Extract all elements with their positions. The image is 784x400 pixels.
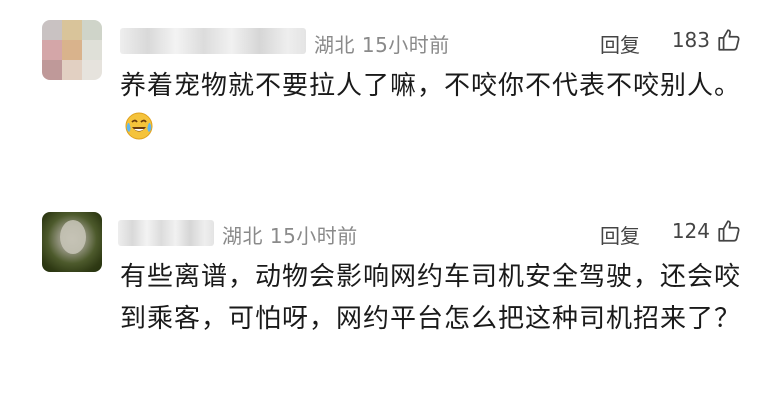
comment-body: 养着宠物就不要拉人了嘛，不咬你不代表不咬别人。 <box>120 71 742 101</box>
reply-button[interactable]: 回复 <box>600 220 640 249</box>
username-blurred[interactable] <box>120 28 306 54</box>
thumbs-up-icon <box>716 218 742 244</box>
thumbs-up-icon <box>716 27 742 53</box>
timestamp: 15小时前 <box>269 224 358 248</box>
reply-button[interactable]: 回复 <box>600 29 640 58</box>
comment-text: 养着宠物就不要拉人了嘛，不咬你不代表不咬别人。 <box>120 65 760 149</box>
comment-item: 湖北 15小时前 回复 124 有些离谱，动物会影响网约车司机安全驾驶，还会咬到… <box>0 200 784 400</box>
comment-meta: 湖北 15小时前 <box>222 220 358 249</box>
crying-laughing-emoji-icon <box>124 111 154 141</box>
timestamp: 15小时前 <box>361 33 450 57</box>
like-count: 124 <box>671 219 710 243</box>
avatar[interactable] <box>42 212 102 272</box>
like-button[interactable]: 183 <box>672 27 742 53</box>
username-blurred[interactable] <box>118 220 214 246</box>
location-label: 湖北 <box>222 224 263 248</box>
comment-meta: 湖北 15小时前 <box>314 29 450 58</box>
like-button[interactable]: 124 <box>672 218 742 244</box>
avatar-face <box>60 220 86 254</box>
like-count: 183 <box>671 28 710 52</box>
comment-item: 湖北 15小时前 回复 183 养着宠物就不要拉人了嘛，不咬你不代表不咬别人。 <box>0 0 784 200</box>
avatar[interactable] <box>42 20 102 80</box>
comment-text: 有些离谱，动物会影响网约车司机安全驾驶，还会咬到乘客，可怕呀，网约平台怎么把这种… <box>120 262 742 334</box>
location-label: 湖北 <box>314 33 355 57</box>
